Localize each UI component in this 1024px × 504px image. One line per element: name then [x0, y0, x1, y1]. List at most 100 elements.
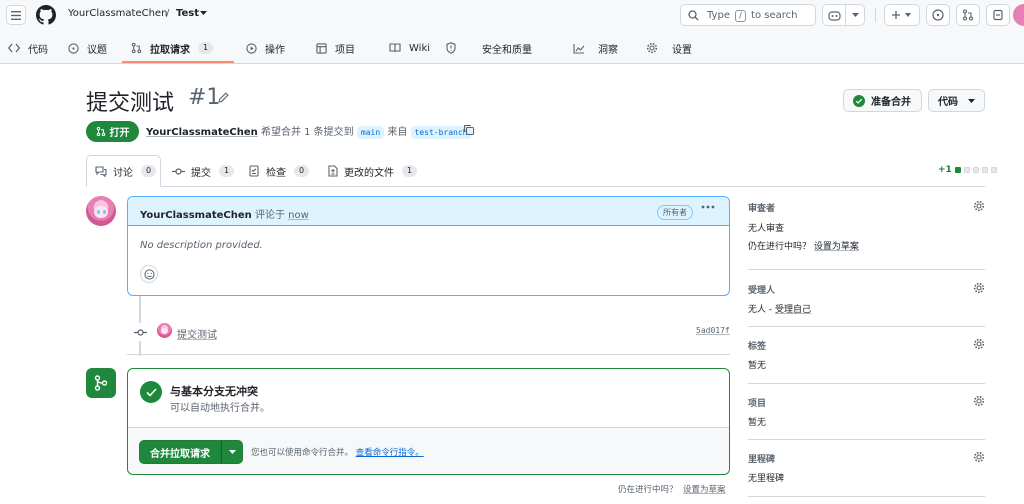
sidebar-reviewers: 审查者 无人审查 仍在进行中吗？ 设置为草案	[748, 200, 985, 261]
comment-author[interactable]: YourClassmateChen	[140, 210, 252, 221]
menu-icon[interactable]	[6, 5, 26, 25]
copilot-menu-button[interactable]	[845, 4, 865, 26]
nav-tab-wiki[interactable]: Wiki	[389, 40, 430, 56]
merge-hint: 您也可以使用命令行合并。 查看命令行指令。	[251, 448, 424, 458]
status-badge: 打开	[86, 121, 139, 142]
pull-request-icon	[96, 126, 106, 137]
comment-header: YourClassmateChen 评论于 now 所有者	[128, 197, 729, 226]
tab-conversation[interactable]: 讨论 0	[86, 155, 161, 187]
sidebar-divider	[748, 496, 985, 497]
merge-footer: 合并拉取请求 您也可以使用命令行合并。 查看命令行指令。	[128, 427, 729, 474]
pull-requests-button[interactable]	[956, 4, 980, 26]
check-circle-icon	[853, 94, 865, 107]
git-merge-icon	[86, 368, 116, 398]
shield-icon	[446, 42, 456, 54]
copilot-icon	[827, 10, 841, 21]
assign-yourself-link[interactable]: 受理自己	[775, 305, 811, 315]
gear-icon[interactable]	[973, 200, 985, 212]
commit-sha-link[interactable]: 5ad017f	[696, 326, 730, 335]
inbox-button[interactable]	[986, 4, 1010, 26]
plus-icon	[892, 11, 911, 19]
check-icon	[140, 381, 162, 403]
inbox-icon	[993, 9, 1003, 21]
pr-author-link[interactable]: YourClassmateChen	[146, 127, 258, 138]
command-line-link[interactable]: 查看命令行指令。	[356, 448, 424, 458]
github-logo-icon[interactable]	[36, 5, 56, 25]
smiley-icon[interactable]	[140, 265, 158, 283]
gear-icon[interactable]	[973, 282, 985, 294]
nav-tab-issues[interactable]: 议题	[68, 40, 107, 56]
graph-icon	[573, 43, 585, 54]
diffstat-block	[972, 167, 979, 173]
pr-tabs: 讨论 0 提交 1 检查 0 更改的文件 1	[86, 155, 985, 187]
ready-to-merge-button[interactable]: 准备合并	[843, 89, 922, 112]
nav-tab-projects[interactable]: 项目	[316, 40, 355, 56]
create-new-button[interactable]	[884, 4, 920, 26]
active-tab-underline	[122, 61, 234, 63]
base-branch[interactable]: main	[356, 126, 385, 139]
avatar[interactable]	[1013, 4, 1024, 26]
sidebar-labels: 标签 暂无	[748, 338, 985, 379]
comment-timestamp[interactable]: now	[288, 210, 309, 221]
nav-tab-pull-requests[interactable]: 拉取请求 1	[131, 40, 214, 56]
nav-tab-settings[interactable]: 设置	[646, 40, 692, 56]
nav-tab-code[interactable]: 代码	[8, 40, 48, 56]
breadcrumb-repo[interactable]: Test	[176, 8, 199, 19]
gear-icon	[646, 42, 658, 54]
gear-icon[interactable]	[973, 451, 985, 463]
tab-commits[interactable]: 提交 1	[172, 155, 235, 187]
tab-files-changed[interactable]: 更改的文件 1	[328, 155, 418, 187]
issue-icon	[68, 42, 79, 54]
issue-opened-icon	[932, 9, 944, 21]
commit-icon	[131, 323, 149, 341]
merge-pull-request-button[interactable]: 合并拉取请求	[139, 440, 221, 464]
pr-meta: YourClassmateChen 希望合并 1 条提交到 main 来自 te…	[146, 123, 472, 139]
search-input[interactable]: Type / to search	[680, 4, 816, 26]
chevron-down-icon[interactable]	[200, 11, 207, 15]
kebab-horizontal-icon[interactable]	[701, 205, 715, 209]
merge-options-button[interactable]	[221, 440, 243, 464]
table-icon	[316, 42, 327, 54]
code-dropdown-button[interactable]: 代码	[928, 89, 985, 112]
set-draft-link[interactable]: 设置为草案	[814, 242, 859, 252]
diffstat-block	[954, 167, 961, 173]
nav-tab-security[interactable]: 安全和质量	[446, 40, 532, 56]
sidebar-divider	[748, 383, 985, 384]
book-icon	[389, 43, 401, 53]
pr-count-badge: 1	[198, 42, 214, 54]
gear-icon[interactable]	[973, 395, 985, 407]
divider	[875, 8, 876, 22]
nav-tab-insights[interactable]: 洞察	[573, 40, 618, 56]
breadcrumb-owner[interactable]: YourClassmateChen	[68, 8, 167, 19]
copilot-button[interactable]	[822, 4, 846, 26]
page-title: 提交测试	[86, 91, 175, 116]
sidebar-assignees: 受理人 无人 - 受理自己	[748, 282, 985, 323]
file-diff-icon	[328, 165, 338, 177]
convert-to-draft-link[interactable]: 设置为草案	[683, 483, 726, 495]
gear-icon[interactable]	[973, 338, 985, 350]
comment-author-avatar[interactable]	[86, 196, 116, 226]
breadcrumb-separator: /	[166, 8, 170, 19]
diffstat-block	[981, 167, 988, 173]
commit-icon	[172, 167, 185, 176]
pull-request-icon	[962, 9, 974, 21]
tab-checks[interactable]: 检查 0	[249, 155, 310, 187]
timeline-divider	[127, 354, 730, 355]
sidebar-milestone: 里程碑 无里程碑	[748, 451, 985, 492]
issues-button[interactable]	[926, 4, 950, 26]
merge-status-subtitle: 可以自动地执行合并。	[170, 403, 270, 414]
commit-message-link[interactable]: 提交测试	[177, 326, 217, 341]
sidebar-divider	[748, 269, 985, 270]
diffstat-block	[990, 167, 997, 173]
commit-author-avatar[interactable]	[157, 323, 172, 338]
copy-icon[interactable]	[463, 124, 475, 136]
comment-body: No description provided.	[140, 240, 263, 251]
pull-request-icon	[131, 42, 142, 54]
global-header: YourClassmateChen / Test Type / to searc…	[0, 0, 1024, 64]
pencil-icon[interactable]	[218, 92, 229, 103]
search-shortcut-key: /	[735, 10, 746, 22]
play-icon	[246, 42, 257, 54]
sidebar-projects: 项目 暂无	[748, 395, 985, 436]
search-placeholder: Type / to search	[707, 10, 798, 22]
nav-tab-actions[interactable]: 操作	[246, 40, 285, 56]
